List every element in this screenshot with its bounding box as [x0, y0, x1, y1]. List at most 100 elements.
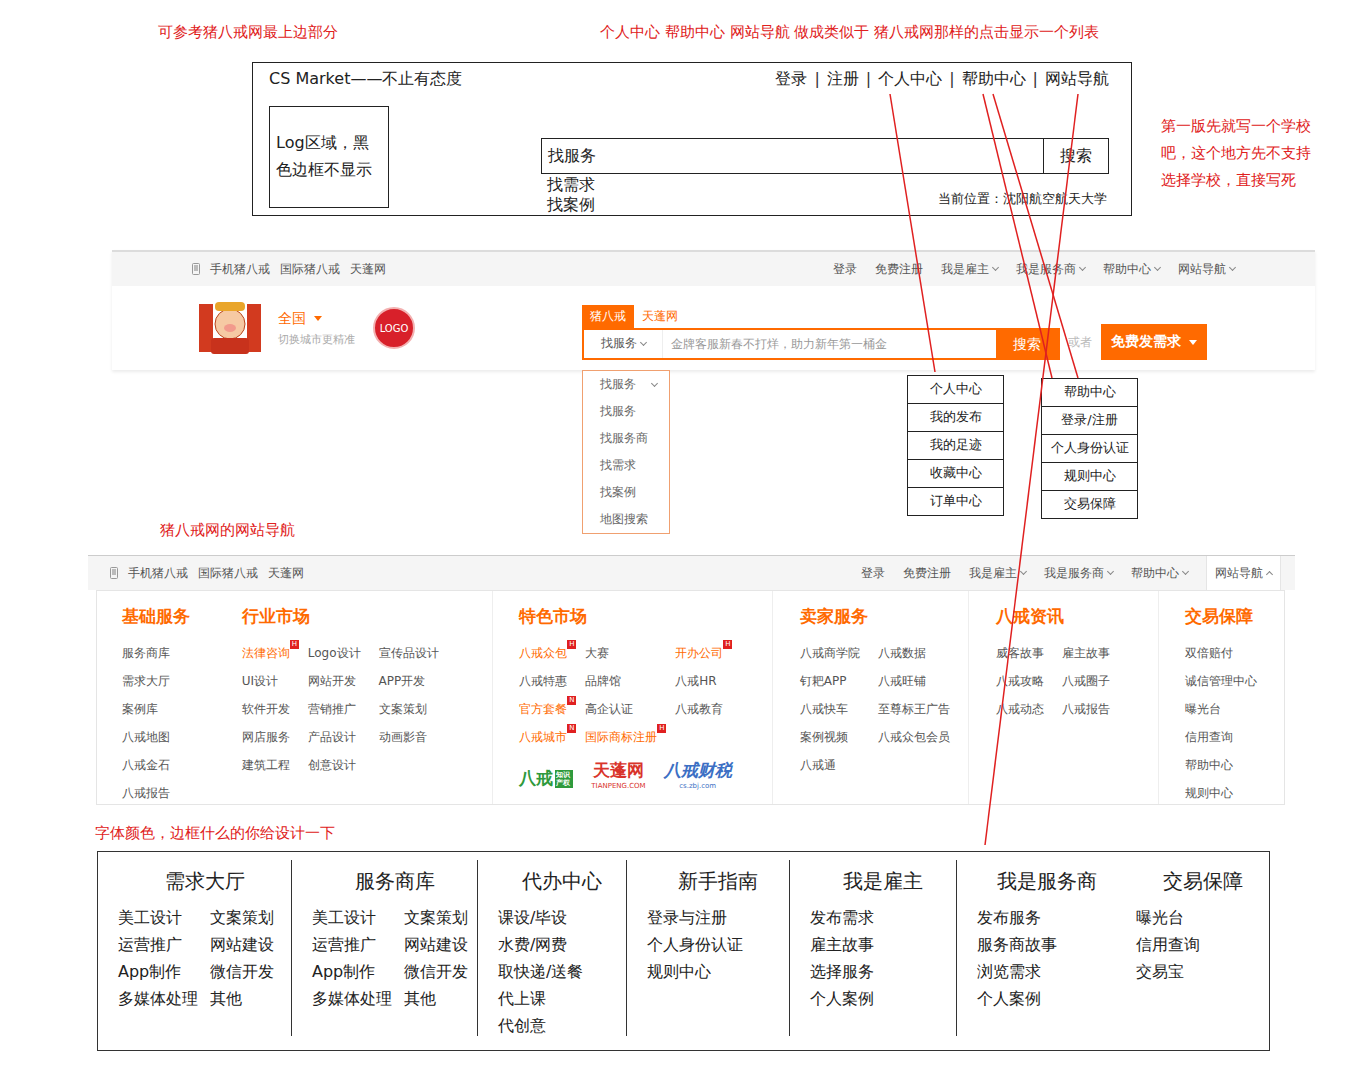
nav-link[interactable]: 交易宝: [1136, 958, 1200, 985]
nav-link[interactable]: 课设/毕设: [498, 904, 583, 931]
search-tab[interactable]: 天蓬网: [634, 305, 686, 328]
column-title[interactable]: 行业市场: [242, 605, 493, 627]
top-link[interactable]: 帮助中心: [962, 69, 1026, 89]
column-title[interactable]: 代办中心: [522, 868, 602, 894]
menu-link[interactable]: 八戒HR: [675, 667, 723, 695]
dropdown-item[interactable]: 个人身份认证: [1042, 435, 1137, 463]
nav-link[interactable]: 信用查询: [1136, 931, 1200, 958]
top-bar-link[interactable]: 免费注册: [903, 556, 951, 590]
nav-link[interactable]: 网站建设: [210, 931, 274, 958]
menu-link[interactable]: 官方套餐N: [519, 695, 567, 723]
nav-link[interactable]: 水费/网费: [498, 931, 583, 958]
menu-link[interactable]: 八戒圈子: [1062, 667, 1110, 695]
nav-link[interactable]: 雇主故事: [810, 931, 874, 958]
nav-link[interactable]: 发布需求: [810, 904, 874, 931]
menu-link[interactable]: 宣传品设计: [379, 639, 439, 667]
column-title[interactable]: 服务商库: [355, 868, 435, 894]
top-bar-link[interactable]: 帮助中心: [1103, 252, 1160, 286]
menu-link[interactable]: 网站开发: [308, 667, 361, 695]
menu-link[interactable]: 创意设计: [308, 751, 361, 779]
menu-link[interactable]: 八戒快车: [800, 695, 860, 723]
menu-link[interactable]: 八戒城市N: [519, 723, 567, 751]
brand-logo[interactable]: 八戒财税cs.zbj.com: [664, 759, 732, 790]
top-bar-link[interactable]: 天蓬网: [350, 261, 386, 278]
top-bar-link[interactable]: 我是服务商: [1044, 556, 1113, 590]
menu-link[interactable]: 八戒通: [800, 751, 860, 779]
menu-link[interactable]: 品牌馆: [585, 667, 657, 695]
logo-badge[interactable]: LOGO: [373, 307, 415, 349]
top-bar-link[interactable]: 我是服务商: [1016, 252, 1085, 286]
menu-link[interactable]: 八戒众包H: [519, 639, 567, 667]
dropdown-item[interactable]: 收藏中心: [908, 460, 1003, 488]
post-demand-button[interactable]: 免费发需求: [1101, 324, 1207, 360]
nav-link[interactable]: 其他: [210, 985, 274, 1012]
nav-link[interactable]: 服务商故事: [977, 931, 1057, 958]
top-bar-link[interactable]: 免费注册: [875, 252, 923, 286]
menu-link[interactable]: Logo设计: [308, 639, 361, 667]
nav-link[interactable]: 个人案例: [810, 985, 874, 1012]
nav-link[interactable]: 网站建设: [404, 931, 468, 958]
menu-item[interactable]: 找服务商: [583, 425, 669, 452]
top-bar-link[interactable]: 网站导航: [1178, 252, 1235, 286]
menu-link[interactable]: 大赛: [585, 639, 657, 667]
menu-link[interactable]: 动画影音: [379, 723, 439, 751]
column-title[interactable]: 卖家服务: [800, 605, 969, 627]
nav-link[interactable]: 代上课: [498, 985, 583, 1012]
menu-link[interactable]: 八戒报告: [122, 779, 170, 807]
menu-link[interactable]: 高企认证: [585, 695, 657, 723]
top-link[interactable]: 登录: [775, 69, 807, 89]
nav-link[interactable]: 美工设计: [312, 904, 392, 931]
menu-link[interactable]: 至尊标王广告: [878, 695, 950, 723]
column-title[interactable]: 基础服务: [122, 605, 242, 627]
menu-link[interactable]: APP开发: [379, 667, 439, 695]
menu-item[interactable]: 找案例: [583, 479, 669, 506]
dropdown-item[interactable]: 个人中心: [908, 376, 1003, 404]
menu-link[interactable]: 开办公司H: [675, 639, 723, 667]
menu-link[interactable]: 八戒动态: [996, 695, 1044, 723]
menu-link[interactable]: 雇主故事: [1062, 639, 1110, 667]
search-button[interactable]: 搜索: [1043, 139, 1108, 173]
nav-link[interactable]: 发布服务: [977, 904, 1057, 931]
dropdown-item[interactable]: 帮助中心: [1042, 379, 1137, 407]
top-link[interactable]: 网站导航: [1045, 69, 1109, 89]
nav-link[interactable]: 运营推广: [312, 931, 392, 958]
column-title[interactable]: 八戒资讯: [996, 605, 1158, 627]
menu-link[interactable]: 八戒地图: [122, 723, 170, 751]
menu-link[interactable]: 八戒攻略: [996, 667, 1044, 695]
nav-link[interactable]: 微信开发: [210, 958, 274, 985]
top-bar-link[interactable]: 国际猪八戒: [280, 261, 340, 278]
nav-link[interactable]: 微信开发: [404, 958, 468, 985]
top-link[interactable]: 注册: [827, 69, 859, 89]
brand-logo[interactable]: 八戒知识产权: [519, 767, 573, 790]
menu-item[interactable]: 找服务: [583, 371, 669, 398]
city-switcher[interactable]: 全国切换城市更精准: [278, 310, 358, 347]
menu-link[interactable]: 八戒教育: [675, 695, 723, 723]
dropdown-item[interactable]: 订单中心: [908, 488, 1003, 515]
menu-link[interactable]: UI设计: [242, 667, 290, 695]
nav-link[interactable]: 选择服务: [810, 958, 874, 985]
nav-link[interactable]: 运营推广: [118, 931, 198, 958]
menu-link[interactable]: 网店服务: [242, 723, 290, 751]
column-title[interactable]: 我是雇主: [843, 868, 923, 894]
menu-link[interactable]: 营销推广: [308, 695, 361, 723]
menu-link[interactable]: 服务商库: [122, 639, 170, 667]
nav-link[interactable]: 登录与注册: [647, 904, 743, 931]
menu-link[interactable]: 威客故事: [996, 639, 1044, 667]
top-bar-link[interactable]: 我是雇主: [969, 556, 1026, 590]
brand-logo[interactable]: 天蓬网TIANPENG.COM: [591, 759, 645, 790]
menu-link[interactable]: 软件开发: [242, 695, 290, 723]
column-title[interactable]: 特色市场: [519, 605, 772, 627]
brand[interactable]: CS Market——不止有态度: [269, 69, 462, 89]
search-option[interactable]: 找需求: [541, 175, 595, 195]
nav-link[interactable]: App制作: [312, 958, 392, 985]
nav-link[interactable]: 曝光台: [1136, 904, 1200, 931]
dropdown-item[interactable]: 我的足迹: [908, 432, 1003, 460]
top-bar-link[interactable]: 我是雇主: [941, 252, 998, 286]
top-bar-link[interactable]: 手机猪八戒: [210, 261, 270, 278]
column-title[interactable]: 新手指南: [678, 868, 758, 894]
menu-link[interactable]: 钉耙APP: [800, 667, 860, 695]
menu-link[interactable]: 双倍赔付: [1185, 639, 1257, 667]
nav-link[interactable]: 文案策划: [210, 904, 274, 931]
search-input[interactable]: 金牌客服新春不打烊，助力新年第一桶金: [663, 330, 996, 358]
top-bar-link[interactable]: 登录: [833, 252, 857, 286]
